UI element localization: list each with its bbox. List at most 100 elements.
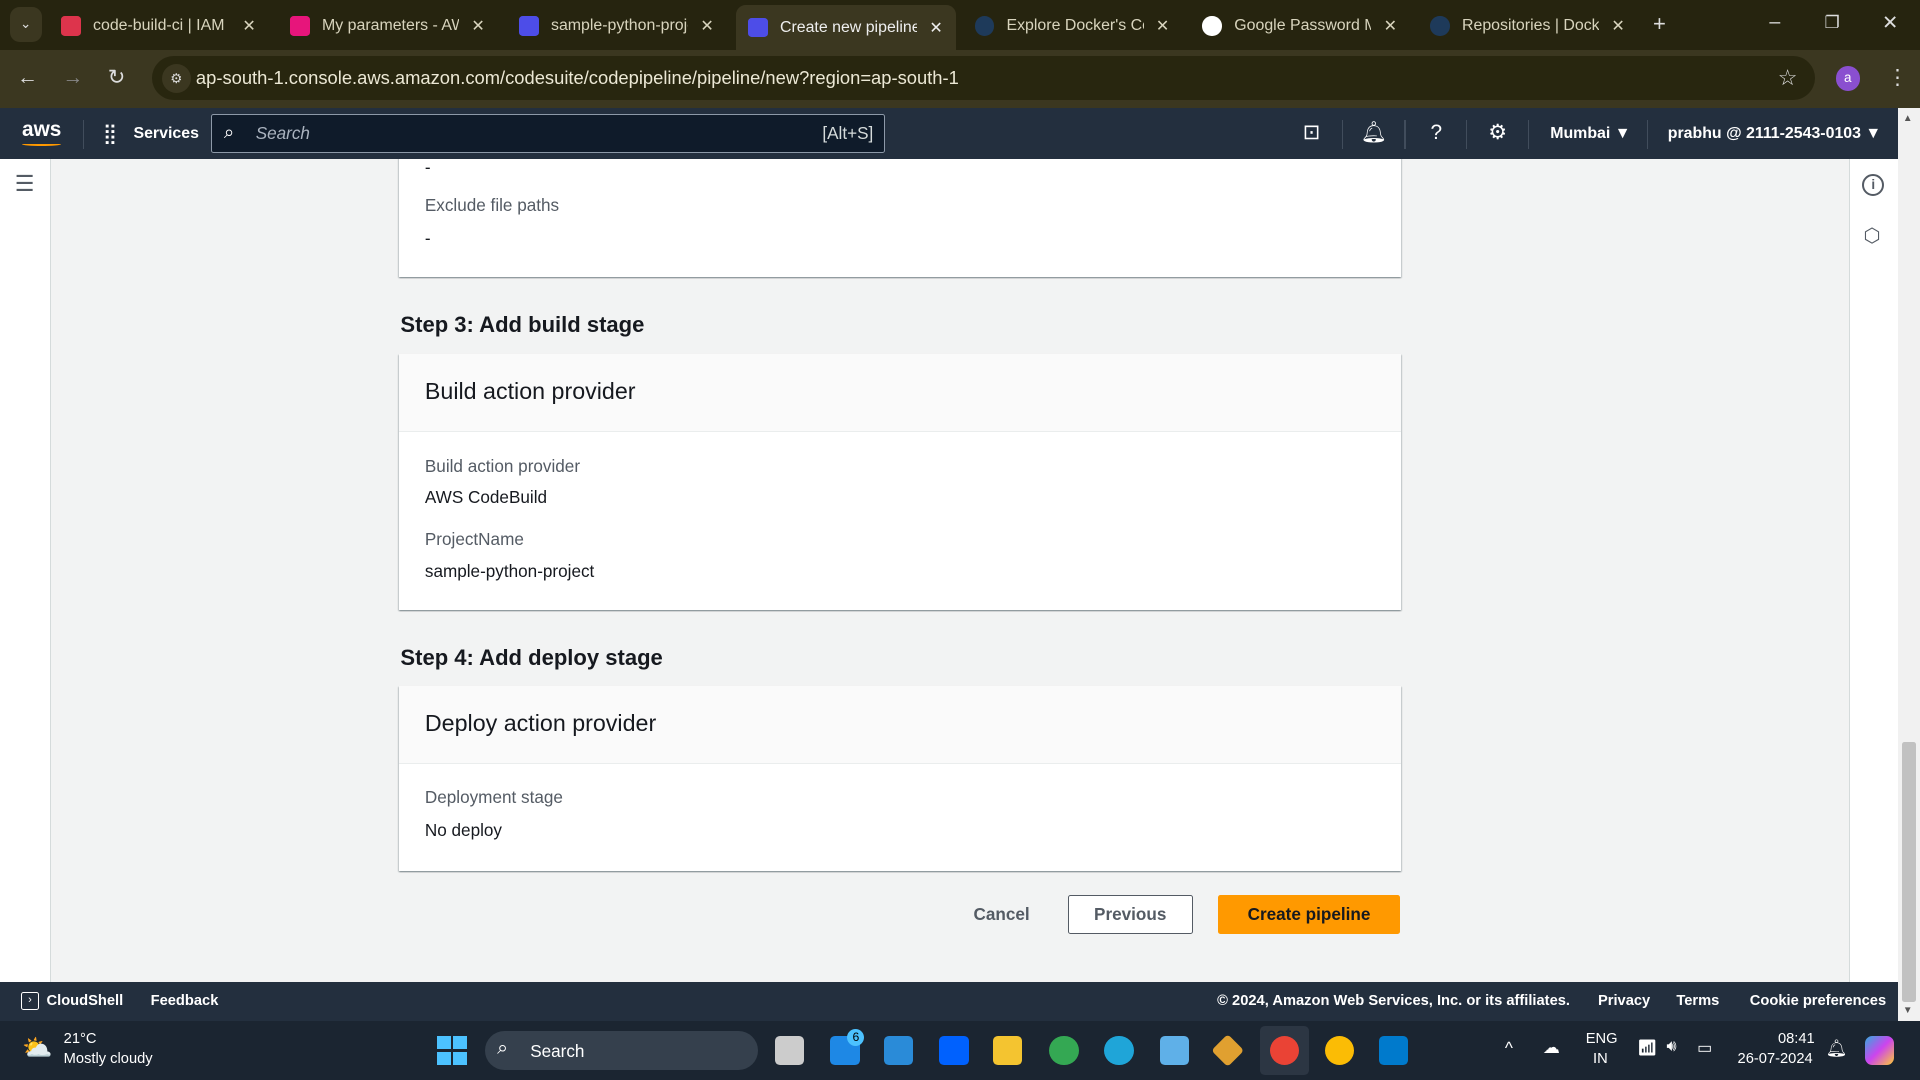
help-icon[interactable]: ?: [1423, 120, 1450, 147]
region-indicator[interactable]: IN: [1593, 1051, 1608, 1067]
cookie-preferences-link[interactable]: Cookie preferences: [1750, 993, 1886, 1009]
volume-icon[interactable]: 🔊︎: [1667, 1038, 1677, 1056]
previous-button[interactable]: Previous: [1067, 895, 1193, 935]
mail-icon[interactable]: [884, 1035, 914, 1066]
onedrive-icon[interactable]: ☁: [1543, 1037, 1560, 1058]
create-pipeline-button[interactable]: Create pipeline: [1218, 895, 1400, 935]
taskbar-search[interactable]: ⌕ Search: [484, 1031, 758, 1071]
chrome-profile-icon[interactable]: [1324, 1035, 1355, 1066]
tab-parameters[interactable]: My parameters - AWS✕: [278, 7, 497, 44]
notification-bell-icon[interactable]: 🔔︎: [1826, 1038, 1848, 1059]
tab-docker-explore[interactable]: Explore Docker's Con✕: [962, 7, 1181, 44]
forward-icon[interactable]: →: [62, 66, 83, 90]
cancel-button[interactable]: Cancel: [961, 895, 1042, 934]
left-nav-rail: ☰: [0, 159, 52, 983]
password-manager-icon: [1202, 15, 1223, 36]
dropbox-icon[interactable]: [939, 1035, 969, 1066]
right-tools-rail: i ⬡: [1848, 159, 1898, 983]
bookmark-star-icon[interactable]: ☆: [1778, 65, 1798, 91]
back-icon[interactable]: ←: [17, 66, 38, 90]
close-tab-icon[interactable]: ✕: [700, 16, 713, 36]
hamburger-menu-icon[interactable]: ☰: [15, 171, 35, 197]
battery-icon[interactable]: ▭: [1697, 1038, 1712, 1058]
notepad-icon[interactable]: [1159, 1035, 1189, 1066]
close-tab-icon[interactable]: ✕: [1156, 16, 1169, 36]
caret-down-icon: ▼: [1614, 124, 1631, 142]
file-explorer-icon[interactable]: [993, 1035, 1023, 1066]
edge-icon[interactable]: [1104, 1035, 1134, 1066]
card-title: Deploy action provider: [399, 685, 1401, 765]
reload-icon[interactable]: ↻: [108, 65, 125, 90]
feedback-link[interactable]: Feedback: [151, 993, 219, 1009]
scroll-down-arrow[interactable]: ▼: [1903, 1005, 1913, 1016]
page-scrollbar[interactable]: ▲ ▼: [1897, 107, 1920, 1022]
address-bar[interactable]: ⚙ ap-south-1.console.aws.amazon.com/code…: [151, 56, 1815, 101]
cloudshell-icon[interactable]: ⊡: [1298, 120, 1325, 147]
deploy-stage-card: Deploy action provider Deployment stage …: [399, 685, 1401, 871]
codebuild-icon: [519, 15, 539, 36]
build-stage-card: Build action provider Build action provi…: [399, 353, 1401, 610]
browser-menu-icon[interactable]: ⋮: [1887, 65, 1908, 90]
iam-icon: [61, 15, 81, 36]
cloudshell-link[interactable]: CloudShell: [47, 993, 124, 1009]
show-hidden-icons[interactable]: ^: [1505, 1038, 1513, 1059]
new-tab-button[interactable]: +: [1653, 11, 1666, 37]
tab-docker-repos[interactable]: Repositories | Docker ✕: [1418, 7, 1637, 44]
close-window-button[interactable]: ✕: [1882, 11, 1898, 35]
tab-codebuild[interactable]: sample-python-proje ✕: [507, 7, 726, 44]
close-tab-icon[interactable]: ✕: [929, 18, 942, 38]
close-tab-icon[interactable]: ✕: [1611, 16, 1624, 36]
chrome-icon[interactable]: [1049, 1035, 1079, 1066]
minimize-button[interactable]: –: [1769, 11, 1780, 34]
search-icon: ⌕: [223, 120, 235, 142]
copyright-text: © 2024, Amazon Web Services, Inc. or its…: [1217, 993, 1570, 1010]
notification-badge: 6: [847, 1028, 865, 1046]
weather-cloud-icon: ⛅: [22, 1035, 53, 1063]
search-icon: ⌕: [497, 1037, 509, 1060]
step4-heading: Step 4: Add deploy stage: [400, 645, 663, 671]
weather-condition[interactable]: Mostly cloudy: [64, 1051, 153, 1067]
region-selector[interactable]: Mumbai ▼: [1550, 125, 1630, 143]
tab-password-manager[interactable]: Google Password Ma ✕: [1190, 7, 1409, 44]
language-indicator[interactable]: ENG: [1586, 1031, 1618, 1047]
hexagon-icon[interactable]: ⬡: [1863, 224, 1880, 248]
vscode-icon[interactable]: [1378, 1035, 1409, 1066]
search-input[interactable]: ⌕ Search [Alt+S]: [210, 113, 886, 154]
account-menu[interactable]: prabhu @ 2111-2543-0103 ▼: [1668, 125, 1881, 143]
git-icon[interactable]: [1211, 1033, 1245, 1068]
services-menu[interactable]: Services: [133, 125, 198, 143]
close-tab-icon[interactable]: ✕: [242, 16, 255, 36]
clock-date[interactable]: 26-07-2024: [1738, 1051, 1813, 1067]
card-title: Build action provider: [399, 353, 1401, 433]
aws-logo[interactable]: aws: [22, 118, 61, 142]
docker-icon: [1430, 15, 1450, 36]
tab-list-button[interactable]: ⌄: [9, 7, 42, 42]
clock-time[interactable]: 08:41: [1778, 1031, 1815, 1047]
site-info-icon[interactable]: ⚙: [161, 63, 191, 94]
tab-iam[interactable]: code-build-ci | IAM | ✕: [49, 7, 268, 44]
windows-taskbar: ⛅ 21°C Mostly cloudy ⌕ Search 6 ^ ☁ ENG …: [0, 1021, 1920, 1080]
restore-button[interactable]: ❐: [1824, 12, 1839, 33]
docker-icon: [974, 15, 995, 36]
browser-toolbar: ← → ↻ ⚙ ap-south-1.console.aws.amazon.co…: [0, 50, 1920, 108]
step3-heading: Step 3: Add build stage: [400, 312, 645, 338]
task-view-icon[interactable]: [775, 1035, 805, 1066]
aws-logo-smile: [22, 142, 62, 146]
scroll-up-arrow[interactable]: ▲: [1903, 113, 1913, 124]
scrollbar-thumb[interactable]: [1901, 742, 1917, 1002]
terms-link[interactable]: Terms: [1676, 993, 1719, 1009]
close-tab-icon[interactable]: ✕: [1384, 16, 1397, 36]
settings-gear-icon[interactable]: ⚙: [1484, 120, 1511, 147]
notifications-bell-icon[interactable]: 🔔︎: [1360, 120, 1387, 147]
copilot-icon[interactable]: [1864, 1035, 1895, 1066]
console-footer: › CloudShell Feedback © 2024, Amazon Web…: [0, 982, 1898, 1022]
windows-start-icon[interactable]: [437, 1035, 467, 1066]
aws-top-nav: aws ⣿ Services ⌕ Search [Alt+S] ⊡ 🔔︎ ? ⚙…: [0, 107, 1898, 160]
wifi-icon[interactable]: 📶︎: [1637, 1038, 1657, 1058]
info-icon[interactable]: i: [1862, 173, 1885, 196]
tab-create-pipeline[interactable]: Create new pipeline | ✕: [735, 4, 957, 51]
services-grid-icon[interactable]: ⣿: [103, 122, 117, 146]
privacy-link[interactable]: Privacy: [1598, 993, 1650, 1009]
close-tab-icon[interactable]: ✕: [471, 16, 484, 36]
profile-avatar[interactable]: a: [1835, 66, 1860, 91]
